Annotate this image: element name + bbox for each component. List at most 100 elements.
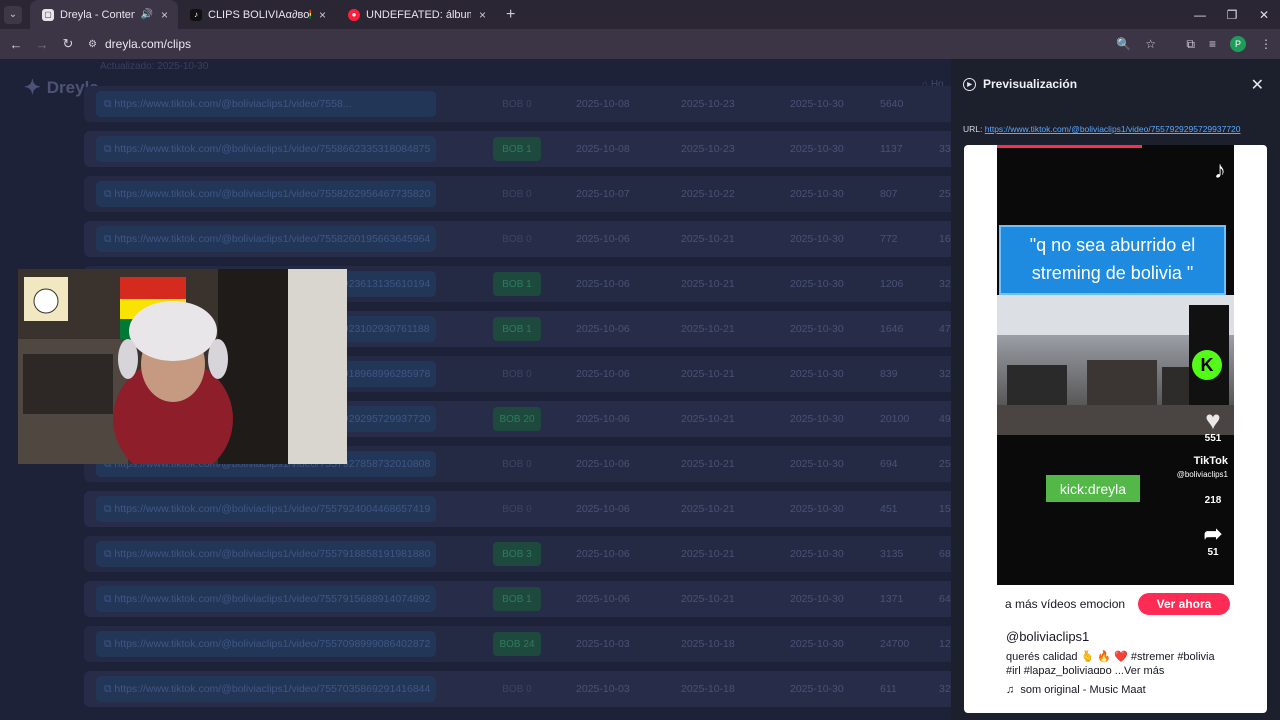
- forward-icon[interactable]: →: [30, 37, 54, 52]
- views-count: 24700: [880, 638, 910, 650]
- share-button[interactable]: ➦ 51: [1198, 521, 1228, 558]
- more-videos-bar: a más vídeos emocion Ver ahora: [1005, 593, 1230, 615]
- tab-youtube-music[interactable]: ● UNDEFEATED: álbum de XG ×: [336, 0, 496, 29]
- date-end: 2025-10-18: [681, 683, 735, 695]
- views-count: 807: [880, 188, 898, 200]
- tab-bar: ⌄ ▢ Dreyla - Content Creator & 🔊 × ♪ CLI…: [0, 0, 1280, 29]
- date-updated: 2025-10-30: [790, 143, 844, 155]
- date-end: 2025-10-21: [681, 278, 735, 290]
- dreyla-favicon-icon: ▢: [42, 8, 54, 21]
- date-end: 2025-10-21: [681, 368, 735, 380]
- extra-count: 15: [939, 503, 951, 515]
- close-window-icon[interactable]: ✕: [1248, 8, 1280, 22]
- speaker-icon[interactable]: 🔊: [141, 9, 153, 20]
- like-button[interactable]: ♥ 551: [1198, 407, 1228, 444]
- tab-close-icon[interactable]: ×: [319, 8, 326, 22]
- date-updated: 2025-10-30: [790, 98, 844, 110]
- clip-url-link[interactable]: ⧉ https://www.tiktok.com/@boliviaclips1/…: [96, 226, 436, 252]
- tab-close-icon[interactable]: ×: [479, 8, 486, 22]
- date-posted: 2025-10-08: [576, 143, 630, 155]
- earnings-badge: BOB 0: [502, 683, 532, 695]
- views-count: 20100: [880, 413, 910, 425]
- earnings-badge: BOB 3: [493, 542, 541, 566]
- kick-avatar[interactable]: K: [1192, 350, 1222, 380]
- extensions-icon[interactable]: ⧉: [1186, 37, 1195, 52]
- earnings-badge: BOB 20: [493, 407, 541, 431]
- date-updated: 2025-10-30: [790, 278, 844, 290]
- tab-tiktok[interactable]: ♪ CLIPS BOLIVIAα∂ʙo🇧🇴 (@bolivi ×: [178, 0, 336, 29]
- tab-title: CLIPS BOLIVIAα∂ʙo🇧🇴 (@bolivi: [208, 9, 311, 21]
- table-row: ⧉ https://www.tiktok.com/@boliviaclips1/…: [84, 221, 951, 257]
- earnings-badge: BOB 1: [493, 272, 541, 296]
- preview-url-link[interactable]: https://www.tiktok.com/@boliviaclips1/vi…: [985, 124, 1241, 134]
- url-label: URL:: [963, 124, 983, 134]
- ver-ahora-button[interactable]: Ver ahora: [1138, 593, 1230, 615]
- kick-label: kick:dreyla: [1046, 475, 1140, 502]
- date-updated: 2025-10-30: [790, 683, 844, 695]
- date-posted: 2025-10-06: [576, 323, 630, 335]
- date-updated: 2025-10-30: [790, 458, 844, 470]
- table-row: ⧉ https://www.tiktok.com/@boliviaclips1/…: [84, 176, 951, 212]
- extra-count: 64: [939, 593, 951, 605]
- tab-close-icon[interactable]: ×: [161, 8, 168, 22]
- progress-bar[interactable]: [997, 145, 1142, 148]
- new-tab-button[interactable]: +: [506, 6, 515, 24]
- extra-count: 25: [939, 458, 951, 470]
- date-posted: 2025-10-06: [576, 593, 630, 605]
- date-updated: 2025-10-30: [790, 323, 844, 335]
- tiktok-logo-icon[interactable]: ♪: [1214, 157, 1226, 185]
- back-icon[interactable]: ←: [4, 37, 28, 52]
- close-icon[interactable]: ✕: [1251, 75, 1264, 95]
- earnings-badge: BOB 24: [493, 632, 541, 656]
- date-updated: 2025-10-30: [790, 233, 844, 245]
- date-posted: 2025-10-03: [576, 638, 630, 650]
- media-icon[interactable]: ≡: [1209, 37, 1216, 51]
- video-player[interactable]: ♪ "q no sea aburrido el streming de boli…: [997, 145, 1234, 585]
- video-description: querés calidad 🫰 🔥 ❤️ #stremer #bolivia …: [1006, 651, 1215, 677]
- toolbar: ← → ↻ ⚙ dreyla.com/clips 🔍 ☆ ⧉ ≡ P ⋮: [0, 29, 1280, 59]
- clip-url-link[interactable]: ⧉ https://www.tiktok.com/@boliviaclips1/…: [96, 541, 436, 567]
- more-videos-text: a más vídeos emocion: [1005, 597, 1126, 611]
- clip-url-link[interactable]: ⧉ https://www.tiktok.com/@boliviaclips1/…: [96, 676, 436, 702]
- clip-url-link[interactable]: ⧉ https://www.tiktok.com/@boliviaclips1/…: [96, 91, 436, 117]
- sound-link[interactable]: ♫ som original - Music Maat: [1006, 684, 1146, 696]
- date-posted: 2025-10-06: [576, 458, 630, 470]
- url-text: dreyla.com/clips: [104, 37, 191, 51]
- comment-button[interactable]: 218: [1198, 495, 1228, 506]
- views-count: 1646: [880, 323, 904, 335]
- zoom-icon[interactable]: 🔍: [1116, 37, 1131, 51]
- tiktok-embed[interactable]: ♪ "q no sea aburrido el streming de boli…: [964, 145, 1267, 713]
- clip-url-link[interactable]: ⧉ https://www.tiktok.com/@boliviaclips1/…: [96, 631, 436, 657]
- extra-count: 32: [939, 368, 951, 380]
- clip-url-link[interactable]: ⧉ https://www.tiktok.com/@boliviaclips1/…: [96, 136, 436, 162]
- menu-icon[interactable]: ⋮: [1260, 37, 1272, 51]
- preview-panel: ▶ Previsualización ✕ URL: https://www.ti…: [951, 59, 1280, 720]
- clip-url-link[interactable]: ⧉ https://www.tiktok.com/@boliviaclips1/…: [96, 496, 436, 522]
- table-row: ⧉ https://www.tiktok.com/@boliviaclips1/…: [84, 86, 951, 122]
- tab-dreyla[interactable]: ▢ Dreyla - Content Creator & 🔊 ×: [30, 0, 178, 29]
- clip-url-link[interactable]: ⧉ https://www.tiktok.com/@boliviaclips1/…: [96, 586, 436, 612]
- date-updated: 2025-10-30: [790, 368, 844, 380]
- date-end: 2025-10-23: [681, 143, 735, 155]
- author-link[interactable]: @boliviaclips1: [1006, 629, 1089, 644]
- sparkle-icon: ✦: [24, 77, 41, 99]
- minimize-icon[interactable]: —: [1184, 8, 1216, 22]
- preview-url: URL: https://www.tiktok.com/@boliviaclip…: [963, 124, 1241, 134]
- tab-search-button[interactable]: ⌄: [4, 5, 22, 24]
- table-row: ⧉ https://www.tiktok.com/@boliviaclips1/…: [84, 581, 951, 617]
- date-updated: 2025-10-30: [790, 413, 844, 425]
- extra-count: 47: [939, 323, 951, 335]
- site-info-icon[interactable]: ⚙: [88, 39, 97, 50]
- views-count: 772: [880, 233, 898, 245]
- date-updated: 2025-10-30: [790, 188, 844, 200]
- share-icon: ➦: [1203, 521, 1223, 546]
- table-row: ⧉ https://www.tiktok.com/@boliviaclips1/…: [84, 626, 951, 662]
- clip-url-link[interactable]: ⧉ https://www.tiktok.com/@boliviaclips1/…: [96, 181, 436, 207]
- restore-icon[interactable]: ❐: [1216, 8, 1248, 22]
- extra-count: 491: [939, 413, 951, 425]
- reload-icon[interactable]: ↻: [56, 36, 80, 52]
- profile-avatar[interactable]: P: [1230, 36, 1246, 52]
- address-bar[interactable]: ⚙ dreyla.com/clips 🔍 ☆: [80, 33, 1170, 55]
- date-posted: 2025-10-06: [576, 503, 630, 515]
- bookmark-star-icon[interactable]: ☆: [1145, 37, 1156, 51]
